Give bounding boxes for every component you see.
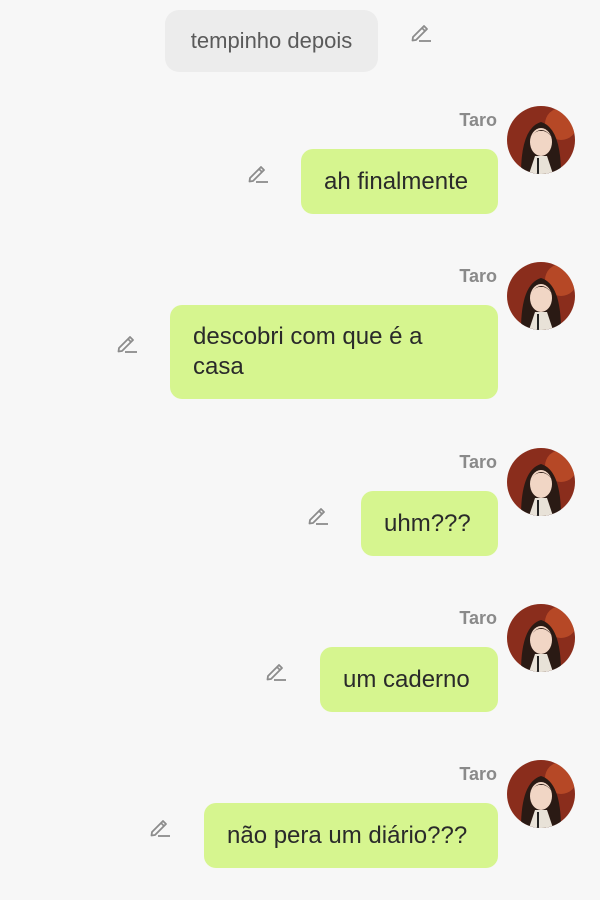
narration-bubble: tempinho depois bbox=[165, 10, 378, 72]
edit-message-button[interactable] bbox=[147, 814, 173, 840]
message-text: descobri com que é a casa bbox=[193, 323, 423, 380]
character-avatar-icon bbox=[507, 604, 575, 672]
pencil-edit-icon bbox=[308, 508, 328, 525]
message-bubble: descobri com que é a casa bbox=[170, 305, 498, 399]
message-bubble: ah finalmente bbox=[301, 149, 498, 214]
pencil-edit-icon bbox=[150, 820, 170, 837]
pencil-edit-icon bbox=[117, 336, 137, 353]
sender-name: Taro bbox=[459, 452, 497, 472]
sender-name: Taro bbox=[459, 266, 497, 286]
message-text: ah finalmente bbox=[324, 167, 469, 195]
edit-narration-button[interactable] bbox=[408, 19, 434, 45]
message-bubble: não pera um diário??? bbox=[204, 803, 498, 868]
message-bubble: uhm??? bbox=[361, 491, 498, 556]
message-text: um caderno bbox=[343, 665, 470, 693]
edit-message-button[interactable] bbox=[245, 160, 271, 186]
avatar[interactable] bbox=[507, 448, 575, 516]
pencil-edit-icon bbox=[248, 166, 268, 183]
avatar[interactable] bbox=[507, 106, 575, 174]
message-text: uhm??? bbox=[384, 509, 471, 537]
avatar[interactable] bbox=[507, 760, 575, 828]
chat-feed: tempinho depois Taro ah finalmente Taro … bbox=[0, 0, 600, 900]
character-avatar-icon bbox=[507, 448, 575, 516]
sender-name: Taro bbox=[459, 764, 497, 784]
character-avatar-icon bbox=[507, 262, 575, 330]
character-avatar-icon bbox=[507, 760, 575, 828]
avatar[interactable] bbox=[507, 262, 575, 330]
edit-message-button[interactable] bbox=[305, 502, 331, 528]
character-avatar-icon bbox=[507, 106, 575, 174]
edit-message-button[interactable] bbox=[114, 330, 140, 356]
message-bubble: um caderno bbox=[320, 647, 498, 712]
pencil-edit-icon bbox=[266, 664, 286, 681]
narration-text: tempinho depois bbox=[190, 28, 353, 53]
sender-name: Taro bbox=[459, 110, 497, 130]
pencil-edit-icon bbox=[411, 25, 431, 42]
sender-name: Taro bbox=[459, 608, 497, 628]
message-text: não pera um diário??? bbox=[227, 821, 468, 849]
avatar[interactable] bbox=[507, 604, 575, 672]
edit-message-button[interactable] bbox=[263, 658, 289, 684]
